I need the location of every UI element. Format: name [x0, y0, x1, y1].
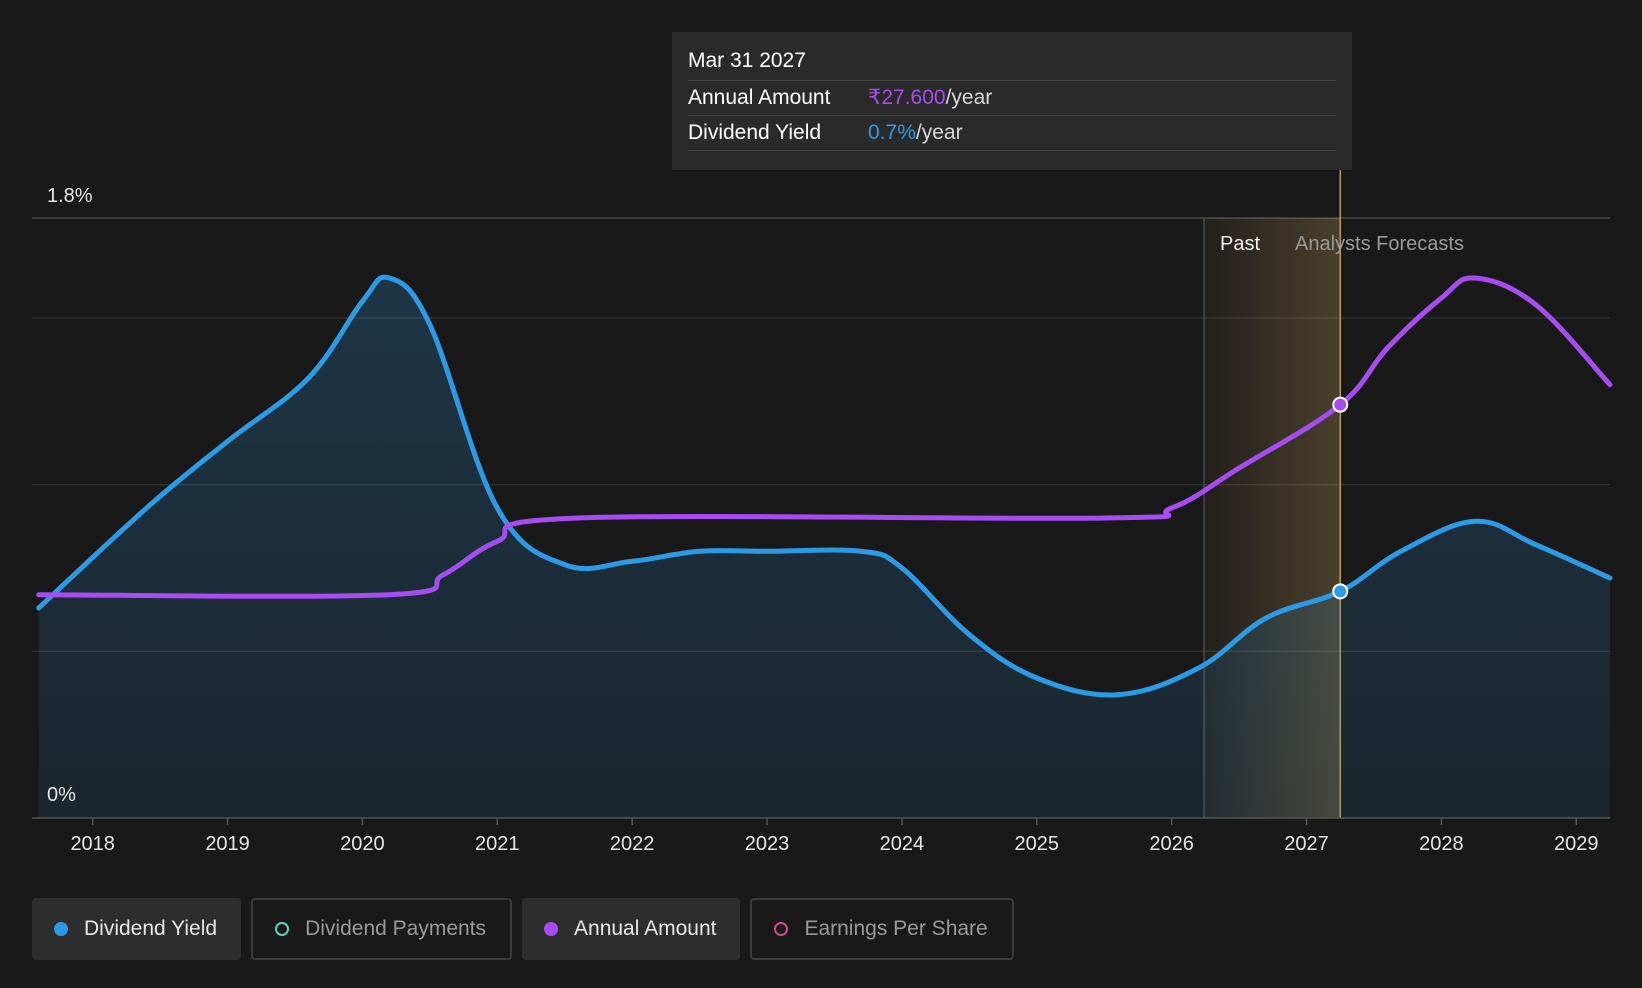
legend-ring-icon	[275, 922, 290, 936]
tooltip-row-annual-amount: Annual Amount ₹27.600 /year	[688, 81, 1336, 116]
legend-item-earnings-per-share[interactable]: Earnings Per Share	[750, 898, 1014, 960]
legend-item-dividend-yield[interactable]: Dividend Yield	[32, 898, 242, 960]
legend-ring-icon	[774, 922, 789, 936]
x-tick-label: 2025	[1015, 833, 1060, 855]
tooltip-label: Dividend Yield	[688, 121, 822, 144]
tooltip-date: Mar 31 2027	[688, 46, 1336, 81]
legend-item-dividend-payments[interactable]: Dividend Payments	[251, 898, 513, 960]
x-tick-label: 2020	[340, 833, 385, 855]
dividend-chart: 2018 2019 2020 2021 2022 2023 2024 2025 2026 2027…	[0, 0, 1642, 988]
legend-label: Earnings Per Share	[804, 917, 988, 940]
legend-label: Annual Amount	[574, 917, 717, 940]
legend-label: Dividend Payments	[305, 917, 487, 940]
tooltip-row-dividend-yield: Dividend Yield 0.7% /year	[688, 116, 1336, 151]
dividend-yield-hover-point	[1332, 583, 1349, 600]
x-tick-label: 2028	[1419, 833, 1464, 855]
x-tick-label: 2022	[610, 833, 655, 855]
analysts-forecasts-label: Analysts Forecasts	[1295, 233, 1464, 255]
x-tick-label: 2021	[475, 833, 520, 855]
dividend-yield-area	[38, 277, 1611, 818]
y-axis-max-label: 1.8%	[47, 185, 93, 207]
legend-dot-icon	[544, 922, 559, 936]
series-areas	[38, 277, 1611, 818]
x-tick-label: 2026	[1149, 833, 1194, 855]
legend-item-annual-amount[interactable]: Annual Amount	[522, 898, 741, 960]
past-label: Past	[1220, 233, 1260, 255]
tooltip-value: 0.7%	[868, 121, 916, 144]
x-tick-label: 2023	[745, 833, 790, 855]
x-tick-label: 2027	[1284, 833, 1329, 855]
legend-dot-icon	[54, 922, 68, 936]
tooltip-unit: /year	[945, 86, 993, 109]
x-tick-label: 2019	[205, 833, 250, 855]
tooltip-value: ₹27.600	[868, 86, 946, 109]
x-tick-label: 2018	[70, 833, 115, 855]
tooltip-unit: /year	[915, 121, 963, 144]
tooltip-label: Annual Amount	[688, 86, 831, 109]
legend: Dividend Yield Dividend Payments Annual …	[32, 898, 1014, 960]
hover-tooltip: Mar 31 2027 Annual Amount ₹27.600 /year …	[672, 32, 1352, 170]
x-axis: 2018 2019 2020 2021 2022 2023 2024 2025 2026 2027…	[32, 817, 1610, 855]
legend-label: Dividend Yield	[84, 917, 218, 940]
x-tick-label: 2029	[1554, 833, 1599, 855]
x-tick-label: 2024	[880, 833, 925, 855]
annual-amount-hover-point	[1332, 396, 1349, 413]
y-axis-min-label: 0%	[47, 784, 76, 806]
